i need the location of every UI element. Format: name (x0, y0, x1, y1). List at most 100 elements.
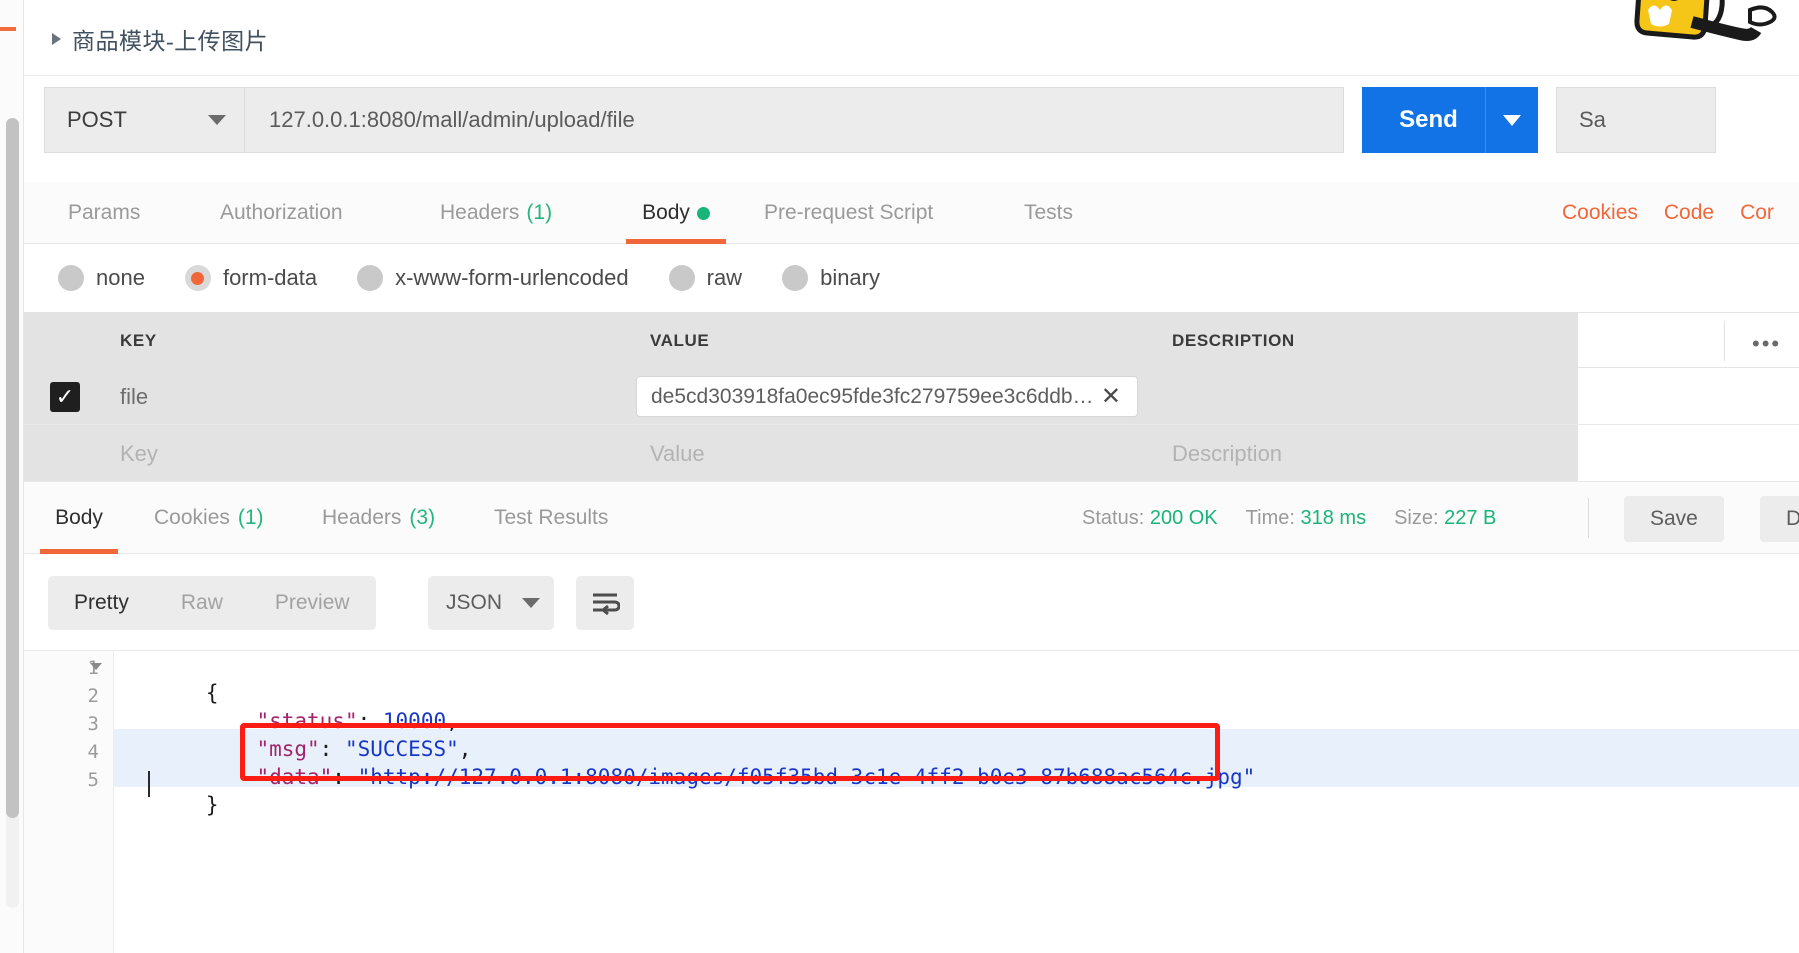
send-button[interactable]: Send (1362, 87, 1538, 153)
response-body-viewer[interactable]: 1 2 3 4 5 { "status": 10000, "msg": "SUC… (24, 650, 1799, 953)
close-icon[interactable]: ✕ (1101, 382, 1121, 411)
tab-headers[interactable]: Headers (1) (440, 182, 552, 244)
column-header-description: DESCRIPTION (1172, 331, 1295, 350)
response-tab-bar: Body Cookies (1) Headers (3) Test Result… (24, 482, 1799, 554)
tab-tests[interactable]: Tests (1024, 182, 1073, 244)
cookies-link[interactable]: Cookies (1562, 201, 1638, 225)
radio-form-data-icon (184, 265, 211, 291)
row-file-name: de5cd303918fa0ec95fde3fc279759ee3c6ddb… (651, 384, 1094, 408)
status-divider (1588, 498, 1589, 538)
response-tab-body-label: Body (55, 506, 103, 529)
line-number: 2 (87, 685, 99, 707)
http-method-select[interactable]: POST (44, 87, 244, 153)
tab-body-label: Body (642, 201, 690, 224)
radio-raw-icon (668, 265, 695, 291)
tab-params[interactable]: Params (68, 182, 140, 244)
send-options-button[interactable] (1486, 114, 1538, 126)
col-divider (98, 313, 626, 367)
radio-binary-label: binary (820, 265, 880, 290)
radio-form-data[interactable]: form-data (184, 265, 318, 291)
postman-window: 商品模块-上传图片 POST 127.0.0.1:8080/mall/admin… (0, 0, 1799, 953)
request-url-row: POST 127.0.0.1:8080/mall/admin/upload/fi… (24, 76, 1799, 182)
chevron-down-icon (208, 115, 226, 125)
tab-params-label: Params (68, 201, 141, 224)
ellipsis-icon[interactable]: ••• (1752, 331, 1781, 357)
row-key-input[interactable]: Key (120, 441, 158, 467)
save-request-button[interactable]: Sa (1556, 87, 1716, 153)
tab-tests-label: Tests (1024, 201, 1074, 224)
radio-urlencoded[interactable]: x-www-form-urlencoded (357, 265, 629, 291)
response-save-button[interactable]: Save (1624, 496, 1724, 542)
table-row[interactable]: ✓ file de5cd303918fa0ec95fde3fc279759ee3… (24, 368, 1799, 425)
http-method-label: POST (67, 107, 127, 132)
tab-pre-request-script-label: Pre-request Script (764, 201, 934, 224)
request-url-input[interactable]: 127.0.0.1:8080/mall/admin/upload/file (244, 87, 1344, 153)
send-button-label: Send (1399, 106, 1458, 133)
col-divider (24, 425, 98, 481)
line-number: 4 (87, 741, 99, 763)
request-url-text: 127.0.0.1:8080/mall/admin/upload/file (269, 107, 635, 132)
request-right-links: Cookies Code Cor (1562, 182, 1774, 244)
code-link[interactable]: Code (1664, 201, 1714, 225)
radio-none[interactable]: none (58, 265, 145, 291)
response-tab-body[interactable]: Body (40, 482, 118, 554)
status-label: Status: (1082, 506, 1145, 529)
tab-headers-count: (1) (526, 201, 553, 224)
radio-none-label: none (96, 265, 145, 290)
response-tab-headers-count: (3) (409, 506, 436, 529)
breadcrumb[interactable]: 商品模块-上传图片 (52, 22, 268, 56)
view-pretty-button[interactable]: Pretty (48, 591, 155, 615)
radio-urlencoded-label: x-www-form-urlencoded (395, 265, 629, 290)
triangle-right-icon[interactable] (52, 33, 61, 45)
rail-accent-bar (0, 27, 16, 31)
tab-headers-label: Headers (440, 201, 520, 224)
word-wrap-icon[interactable] (576, 576, 634, 630)
radio-binary[interactable]: binary (782, 265, 880, 291)
body-type-radio-group: none form-data x-www-form-urlencoded raw… (24, 244, 1799, 312)
view-preview-button[interactable]: Preview (249, 591, 376, 615)
row-description-input[interactable]: Description (1172, 441, 1282, 467)
annotation-highlight-box (240, 723, 1220, 781)
row-file-value[interactable]: de5cd303918fa0ec95fde3fc279759ee3c6ddb… … (636, 376, 1138, 417)
response-view-segmented: Pretty Raw Preview (48, 576, 376, 630)
tab-body[interactable]: Body (626, 182, 726, 244)
row-key-input[interactable]: file (120, 384, 148, 410)
line-number: 3 (87, 713, 99, 735)
breadcrumb-bar: 商品模块-上传图片 (24, 0, 1799, 76)
response-tab-headers[interactable]: Headers (3) (322, 482, 435, 554)
radio-form-data-label: form-data (222, 265, 318, 290)
json-close-brace: } (205, 793, 219, 817)
status-value: 200 OK (1149, 506, 1218, 529)
line-number: 5 (87, 769, 99, 791)
tab-authorization-label: Authorization (220, 201, 343, 224)
radio-raw-label: raw (706, 265, 743, 290)
radio-raw[interactable]: raw (668, 265, 743, 291)
text-cursor (148, 771, 150, 797)
response-download-button[interactable]: Do (1760, 496, 1799, 542)
column-header-key: KEY (120, 331, 157, 350)
response-format-select[interactable]: JSON (428, 576, 554, 630)
page-scrollbar-thumb[interactable] (6, 118, 19, 818)
response-tab-cookies[interactable]: Cookies (1) (154, 482, 264, 554)
radio-urlencoded-icon (357, 265, 384, 291)
row-enabled-checkbox[interactable]: ✓ (50, 382, 80, 412)
time-value: 318 ms (1300, 506, 1367, 529)
save-request-label: Sa (1579, 107, 1606, 132)
tab-pre-request-script[interactable]: Pre-request Script (764, 182, 933, 244)
response-tab-headers-label: Headers (322, 506, 402, 529)
tab-authorization[interactable]: Authorization (220, 182, 343, 244)
col-divider (1148, 368, 1578, 424)
comments-link[interactable]: Cor (1740, 201, 1774, 225)
response-tab-test-results[interactable]: Test Results (494, 482, 608, 554)
fold-toggle-icon[interactable] (90, 663, 102, 670)
time-label: Time: (1245, 506, 1295, 529)
row-value-input[interactable]: Value (650, 441, 705, 467)
left-rail (0, 0, 24, 953)
unsaved-dot-icon (696, 206, 710, 220)
response-tab-cookies-label: Cookies (154, 506, 230, 529)
table-row[interactable]: Key Value Description (24, 425, 1799, 482)
view-raw-button[interactable]: Raw (155, 591, 249, 615)
response-tab-cookies-count: (1) (237, 506, 264, 529)
radio-binary-icon (782, 265, 809, 291)
code-line-5: } (130, 769, 219, 841)
